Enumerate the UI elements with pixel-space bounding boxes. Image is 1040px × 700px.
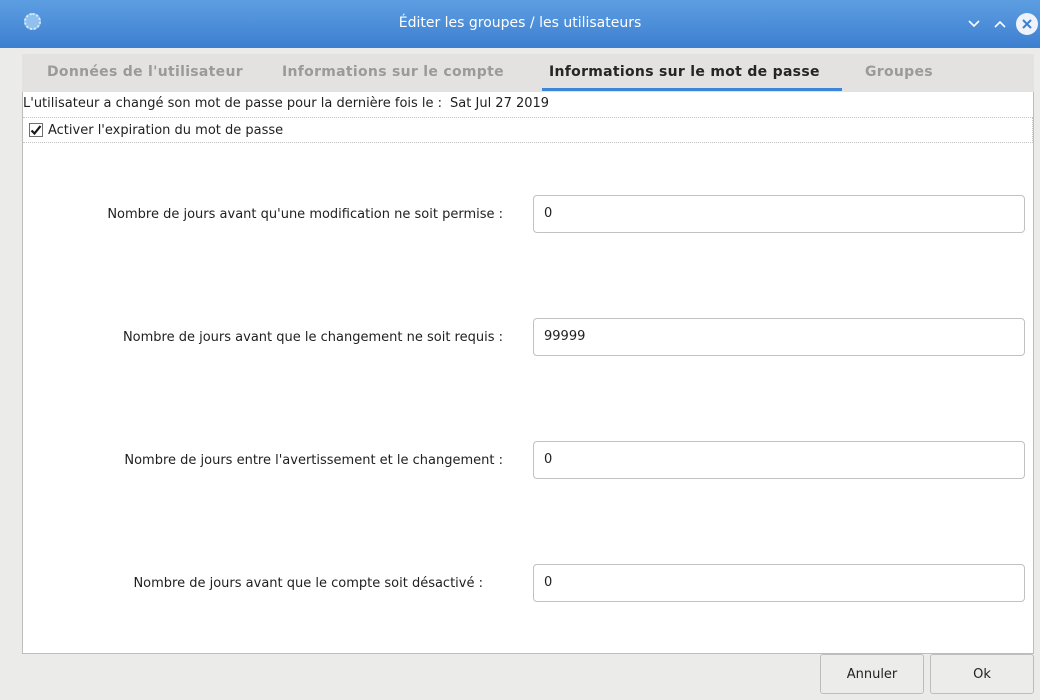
ok-button[interactable]: Ok [930,654,1034,694]
maximize-icon[interactable] [990,14,1010,34]
max-days-label: Nombre de jours avant que le changement … [122,330,503,345]
window-titlebar[interactable]: Éditer les groupes / les utilisateurs [0,0,1040,48]
password-info-panel: L'utilisateur a changé son mot de passe … [22,92,1034,654]
tab-password-info[interactable]: Informations sur le mot de passe [549,64,820,80]
last-change-label: L'utilisateur a changé son mot de passe … [23,96,443,111]
expiration-toggle-row: Activer l'expiration du mot de passe [23,117,1033,143]
cancel-button[interactable]: Annuler [820,654,924,694]
last-change-date: Sat Jul 27 2019 [450,96,550,111]
window-title: Éditer les groupes / les utilisateurs [398,15,642,31]
minimize-icon[interactable] [964,14,984,34]
tab-groups[interactable]: Groupes [865,64,933,80]
inactive-days-input[interactable]: 0 [533,564,1025,602]
tab-account-info[interactable]: Informations sur le compte [282,64,504,80]
max-days-input[interactable]: 99999 [533,318,1025,356]
tab-bar: Données de l'utilisateur Informations su… [22,54,1034,93]
last-change-row: L'utilisateur a changé son mot de passe … [23,96,549,111]
inactive-days-label: Nombre de jours avant que le compte soit… [133,576,483,591]
warn-days-input[interactable]: 0 [533,441,1025,479]
min-days-label: Nombre de jours avant qu'une modificatio… [107,207,503,222]
expiration-checkbox-label[interactable]: Activer l'expiration du mot de passe [48,123,283,138]
checkmark-icon [30,125,42,136]
tab-user-data[interactable]: Données de l'utilisateur [47,64,243,80]
expiration-checkbox[interactable] [29,123,43,137]
close-icon[interactable] [1016,13,1038,35]
warn-days-label: Nombre de jours entre l'avertissement et… [124,453,503,468]
min-days-input[interactable]: 0 [533,195,1025,233]
active-tab-indicator [542,88,842,91]
